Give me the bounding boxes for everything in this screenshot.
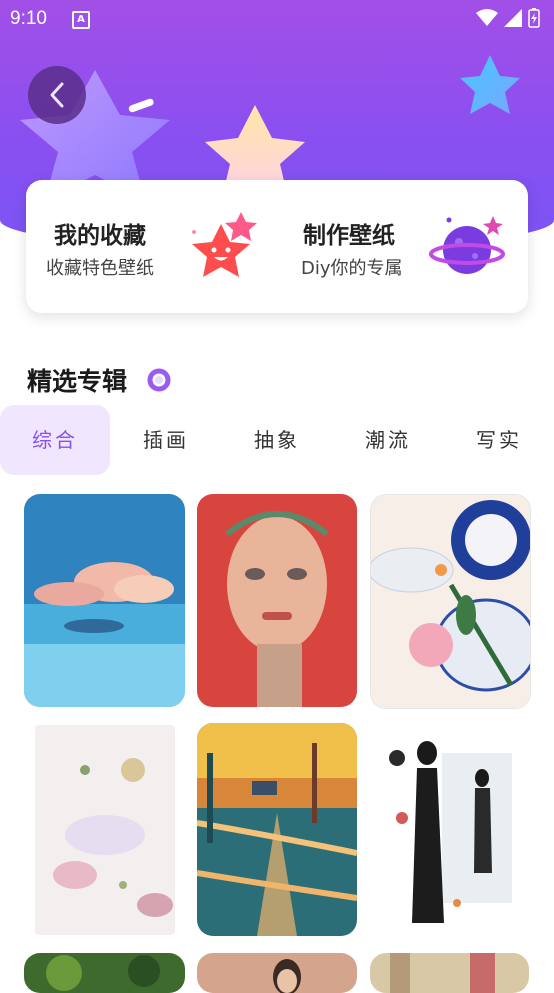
tab-comprehensive[interactable]: 综合 [0, 405, 110, 475]
wallpaper-thumbnail[interactable] [24, 953, 185, 993]
card-subtitle: 收藏特色壁纸 [46, 258, 154, 279]
tab-trend[interactable]: 潮流 [333, 405, 443, 475]
wallpaper-thumbnail[interactable] [197, 723, 357, 936]
status-time: 9:10 [10, 8, 47, 29]
wallpaper-grid [0, 490, 554, 993]
status-icons [476, 8, 540, 28]
category-tabs: 综合 插画 抽象 潮流 写实 [0, 405, 554, 475]
chevron-left-icon [50, 82, 64, 108]
wallpaper-thumbnail[interactable] [370, 953, 529, 993]
feature-cards: 我的收藏 收藏特色壁纸 制作壁纸 Diy你的专属 [26, 180, 528, 313]
make-wallpaper-card[interactable]: 制作壁纸 Diy你的专属 [277, 180, 528, 313]
tab-realistic[interactable]: 写实 [444, 405, 554, 475]
wallpaper-thumbnail[interactable] [24, 494, 185, 707]
tab-abstract[interactable]: 抽象 [222, 405, 332, 475]
battery-icon [528, 8, 540, 28]
star-face-icon [192, 212, 257, 277]
wallpaper-thumbnail[interactable] [370, 494, 531, 709]
card-title: 我的收藏 [54, 223, 146, 249]
wallpaper-thumbnail[interactable] [197, 494, 357, 707]
planet-icon [429, 216, 505, 274]
card-subtitle: Diy你的专属 [301, 258, 403, 279]
wallpaper-thumbnail[interactable] [197, 953, 357, 993]
wallpaper-thumbnail[interactable] [35, 725, 175, 935]
wifi-icon [476, 9, 498, 26]
back-button[interactable] [28, 66, 86, 124]
section-title: 精选专辑 [27, 367, 128, 396]
wallpaper-thumbnail[interactable] [382, 723, 527, 936]
my-favorites-card[interactable]: 我的收藏 收藏特色壁纸 [26, 180, 277, 313]
signal-icon [504, 9, 522, 27]
notification-icon: A [72, 11, 90, 29]
card-title: 制作壁纸 [303, 223, 395, 249]
section-decoration-icon [147, 368, 171, 392]
tab-illustration[interactable]: 插画 [111, 405, 221, 475]
status-bar: 9:10 A [0, 0, 554, 38]
